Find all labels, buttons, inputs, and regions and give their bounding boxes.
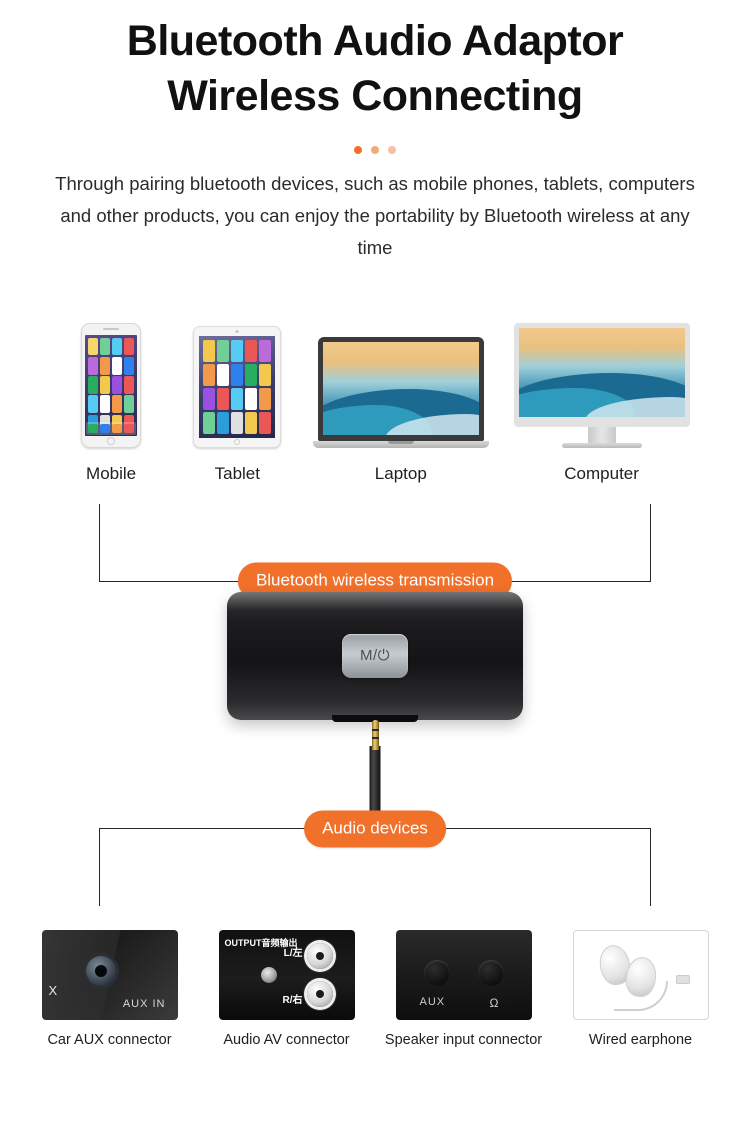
connector-row: X AUX IN Car AUX connector OUTPUT音频输出 L/… (0, 929, 750, 1048)
dot-2 (371, 146, 379, 155)
page-title: Bluetooth Audio Adaptor Wireless Connect… (0, 0, 750, 124)
smartphone-icon (81, 308, 142, 448)
page-title-line-2: Wireless Connecting (167, 72, 583, 121)
connector-label-car-aux: Car AUX connector (47, 1031, 172, 1048)
device-label-laptop: Laptop (374, 463, 427, 483)
car-aux-text-x: X (48, 982, 58, 998)
device-label-computer: Computer (564, 463, 639, 483)
wired-earphone-icon (572, 929, 709, 1020)
page-description: Through pairing bluetooth devices, such … (55, 173, 695, 258)
tablet-icon (193, 308, 282, 448)
device-item-mobile: Mobile (48, 308, 174, 484)
speaker-input-port-icon: AUX Ω (395, 929, 532, 1020)
connector-label-speaker-input: Speaker input connector (384, 1031, 543, 1048)
badge-audio-devices: Audio devices (304, 810, 446, 847)
device-label-mobile: Mobile (86, 463, 137, 483)
device-label-tablet: Tablet (214, 463, 260, 483)
bracket-adaptor-to-connectors: Audio devices (99, 810, 651, 906)
device-item-tablet: Tablet (174, 308, 300, 484)
speaker-headphone-text: Ω (489, 995, 499, 1010)
connector-item-wired-earphone: Wired earphone (565, 929, 717, 1048)
device-item-computer: Computer (501, 308, 702, 484)
dot-3 (388, 146, 396, 155)
bracket-devices-to-adaptor: Bluetooth wireless transmission (99, 503, 651, 599)
device-item-laptop: Laptop (300, 308, 501, 484)
av-left-text: L/左 (283, 947, 303, 959)
connector-item-car-aux: X AUX IN Car AUX connector (34, 929, 186, 1048)
speaker-aux-text: AUX (419, 995, 446, 1008)
adaptor-section: M/⏻ (0, 591, 750, 842)
connector-item-audio-av: OUTPUT音频输出 L/左 R/右 Audio AV connector (211, 929, 363, 1048)
rca-av-port-icon: OUTPUT音频输出 L/左 R/右 (218, 929, 355, 1020)
car-aux-port-icon: X AUX IN (41, 929, 178, 1020)
connector-item-speaker-input: AUX Ω Speaker input connector (384, 929, 543, 1048)
connector-label-audio-av: Audio AV connector (223, 1031, 350, 1048)
connector-label-wired-earphone: Wired earphone (588, 1031, 693, 1048)
bluetooth-adaptor-device: M/⏻ (227, 591, 523, 722)
dot-1 (354, 146, 362, 155)
desktop-monitor-icon (513, 308, 690, 448)
car-aux-text-label: AUX IN (122, 997, 166, 1010)
decorative-dots (0, 146, 750, 155)
device-row: Mobile Tablet Laptop Computer (0, 308, 750, 484)
adaptor-power-button[interactable]: M/⏻ (342, 633, 408, 678)
page-title-line-1: Bluetooth Audio Adaptor (126, 17, 624, 65)
laptop-icon (312, 308, 489, 448)
av-right-text: R/右 (282, 994, 303, 1006)
